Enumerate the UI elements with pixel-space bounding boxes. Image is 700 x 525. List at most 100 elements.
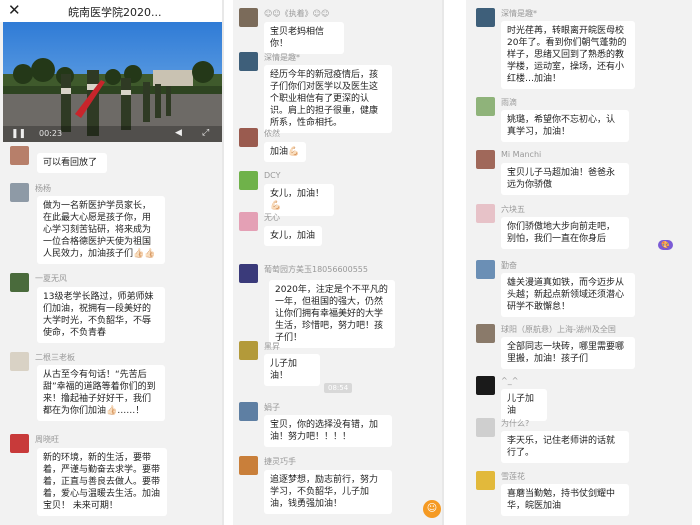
avatar [10,434,29,453]
close-icon[interactable]: ✕ [8,1,21,19]
avatar [239,171,258,190]
chat-message: 六块五 你们骄傲地大步向前走吧，别怕，我们一直在你身后 [476,204,686,252]
message-bubble: 从古至今有句话！“先苦后甜”幸福的道路等着你们的到来！撸起袖子好好干，我们都在为… [37,365,165,421]
live-room-column-3: 深情是趣* 时光荏苒，转眼离开皖医母校20年了。看到你们朝气蓬勃的样子，思绪又回… [466,0,692,525]
video-frame [3,22,222,142]
message-bubble: 全部同志一块砖，哪里需要哪里搬，加油！孩子们 [501,337,635,369]
avatar [476,324,495,343]
page-title: 皖南医学院2020... [68,6,162,19]
chat-message: ^_^ 儿子加油 [476,376,686,421]
message-bubble: 做为一名新医护学员家长，在此最大心愿是孩子你，用心学习刻苦钻研，将来成为一位合格… [37,196,165,264]
user-name: 深情是趣* [264,53,300,62]
message-bubble: 宝贝儿子马超加油！爸爸永远为你骄傲 [501,163,629,195]
chat-message: 二根三老板 从古至今有句话！“先苦后甜”幸福的道路等着你们的到来！撸起袖子好好干… [10,352,210,424]
user-name: 娟子 [264,403,280,412]
message-bubble: 女儿，加油 [264,226,322,246]
chat-message: 葡萄园方美玉18056600555 2020年，注定是个不平凡的一年，但祖国的强… [239,264,439,348]
scrollbar[interactable] [442,0,444,525]
avatar [239,341,258,360]
chat-message: ☺☺《执着》☺☺ 宝贝老妈相信你！ [239,8,439,54]
avatar [10,352,29,371]
user-name: 捷灵巧手 [264,457,296,466]
chat-message: 为什么? 李天乐，记住老师讲的话就行了。 [476,418,686,466]
avatar [239,212,258,231]
user-name: 为什么? [501,419,530,428]
chat-message: 无心 女儿，加油 [239,212,439,248]
chat-message: 黑昇 儿子加油！ [239,341,439,386]
avatar [10,146,29,165]
chat-message: 一夏无风 13级老学长路过，师弟师妹们加油，祝拥有一段美好的大学时光，不负韶华，… [10,273,210,343]
user-name: 杨杨 [35,184,51,193]
message-bubble: 儿子加油 [501,389,547,421]
avatar [239,264,258,283]
video-controls: ❚❚ 00:23 ◀ ⤢ [3,126,222,142]
user-name: 雨滴 [501,98,517,107]
user-name: 无心 [264,213,280,222]
user-name: 勤奋 [501,261,517,270]
top-bar: ✕ 皖南医学院2020... [0,0,222,22]
chat-message: DCY 女儿，加油！💪🏻 [239,171,439,216]
user-name: 黑昇 [264,342,280,351]
chat-message: Mi Manchi 宝贝儿子马超加油！爸爸永远为你骄傲 [476,150,686,198]
user-name: 侬然 [264,129,280,138]
chat-message: 球阳（原航悬）上海-湖州及全国 全部同志一块砖，哪里需要哪里搬，加油！孩子们 [476,324,686,370]
avatar [476,97,495,116]
user-name: 一夏无风 [35,274,67,283]
avatar [239,52,258,71]
message-bubble: 宝贝老妈相信你！ [264,22,344,54]
scrollbar[interactable] [222,0,224,525]
user-name: Mi Manchi [501,150,542,159]
fullscreen-icon[interactable]: ⤢ [202,128,209,138]
emoji-icon[interactable]: ☺ [423,500,441,518]
user-name: 葡萄园方美玉18056600555 [264,265,368,274]
reaction-badge: 🎨 [658,240,673,250]
chat-message: 可以看回放了 [10,146,210,176]
user-name: ☺☺《执着》☺☺ [264,9,330,18]
user-name: DCY [264,171,281,180]
avatar [476,260,495,279]
timestamp: 08:54 [324,383,353,393]
pause-icon[interactable]: ❚❚ [11,129,26,139]
chat-message: 娟子 宝贝，你的选择没有错，加油！努力吧！！！！ [239,402,439,450]
message-bubble: 经历今年的新冠疫情后，孩子们你们对医学以及医生这个职业相信有了更深的认识。肩上的… [264,65,392,133]
avatar [476,376,495,395]
avatar [239,402,258,421]
chat-message: 捷灵巧手 追逐梦想，励志前行，努力学习，不负韶华，儿子加油，钱勇强加油！ [239,456,439,518]
avatar [10,273,29,292]
message-bubble: 新的环境，新的生活，要带着，严谨与勤奋去求学。要带着，正直与善良去做人。要带着，… [37,448,167,516]
avatar [476,150,495,169]
chat-message: 深情是趣* 经历今年的新冠疫情后，孩子们你们对医学以及医生这个职业相信有了更深的… [239,52,439,133]
live-room-column-2: ☺☺《执着》☺☺ 宝贝老妈相信你！ 深情是趣* 经历今年的新冠疫情后，孩子们你们… [233,0,442,525]
message-bubble: 姚璐，希望你不忘初心，认真学习，加油！ [501,110,629,142]
message-bubble: 宝贝，你的选择没有错，加油！努力吧！！！！ [264,415,392,447]
user-name: 六块五 [501,205,525,214]
avatar [239,8,258,27]
avatar [10,183,29,202]
chat-message: 雨滴 姚璐，希望你不忘初心，认真学习，加油！ [476,97,686,143]
avatar [239,128,258,147]
avatar [476,204,495,223]
user-name: 球阳（原航悬）上海-湖州及全国 [501,325,616,334]
message-bubble: 2020年，注定是个不平凡的一年，但祖国的强大，仍然让你们拥有幸福美好的大学生活… [269,280,395,348]
avatar [476,418,495,437]
chat-message: 雪莲花 喜蘑当勤勉，持书仗剑耀中华，皖医加油 [476,471,686,521]
user-name: 二根三老板 [35,353,75,362]
avatar [239,456,258,475]
volume-icon[interactable]: ◀ [175,128,182,138]
message-bubble: 雄关漫道真如铁，而今迈步从头越；新起点新领域还须潜心研学不敢懈怠！ [501,273,635,317]
message-bubble: 喜蘑当勤勉，持书仗剑耀中华，皖医加油 [501,484,629,516]
user-name: ^_^ [501,376,519,385]
chat-message: 深情是趣* 时光荏苒，转眼离开皖医母校20年了。看到你们朝气蓬勃的样子，思绪又回… [476,8,686,89]
chat-message: 侬然 加油💪🏻 [239,128,439,164]
user-name: 周晓旺 [35,435,59,444]
video-time: 00:23 [39,129,63,138]
user-name: 深情是趣* [501,9,537,18]
avatar [476,471,495,490]
message-bubble: 李天乐，记住老师讲的话就行了。 [501,431,629,463]
chat-message: 杨杨 做为一名新医护学员家长，在此最大心愿是孩子你，用心学习刻苦钻研，将来成为一… [10,183,210,264]
user-name: 雪莲花 [501,472,525,481]
message-bubble: 可以看回放了 [37,153,107,173]
video-player[interactable]: ❚❚ 00:23 ◀ ⤢ [3,22,222,142]
message-bubble: 追逐梦想，励志前行，努力学习，不负韶华，儿子加油，钱勇强加油！ [264,470,392,514]
message-bubble: 你们骄傲地大步向前走吧，别怕，我们一直在你身后 [501,217,629,249]
